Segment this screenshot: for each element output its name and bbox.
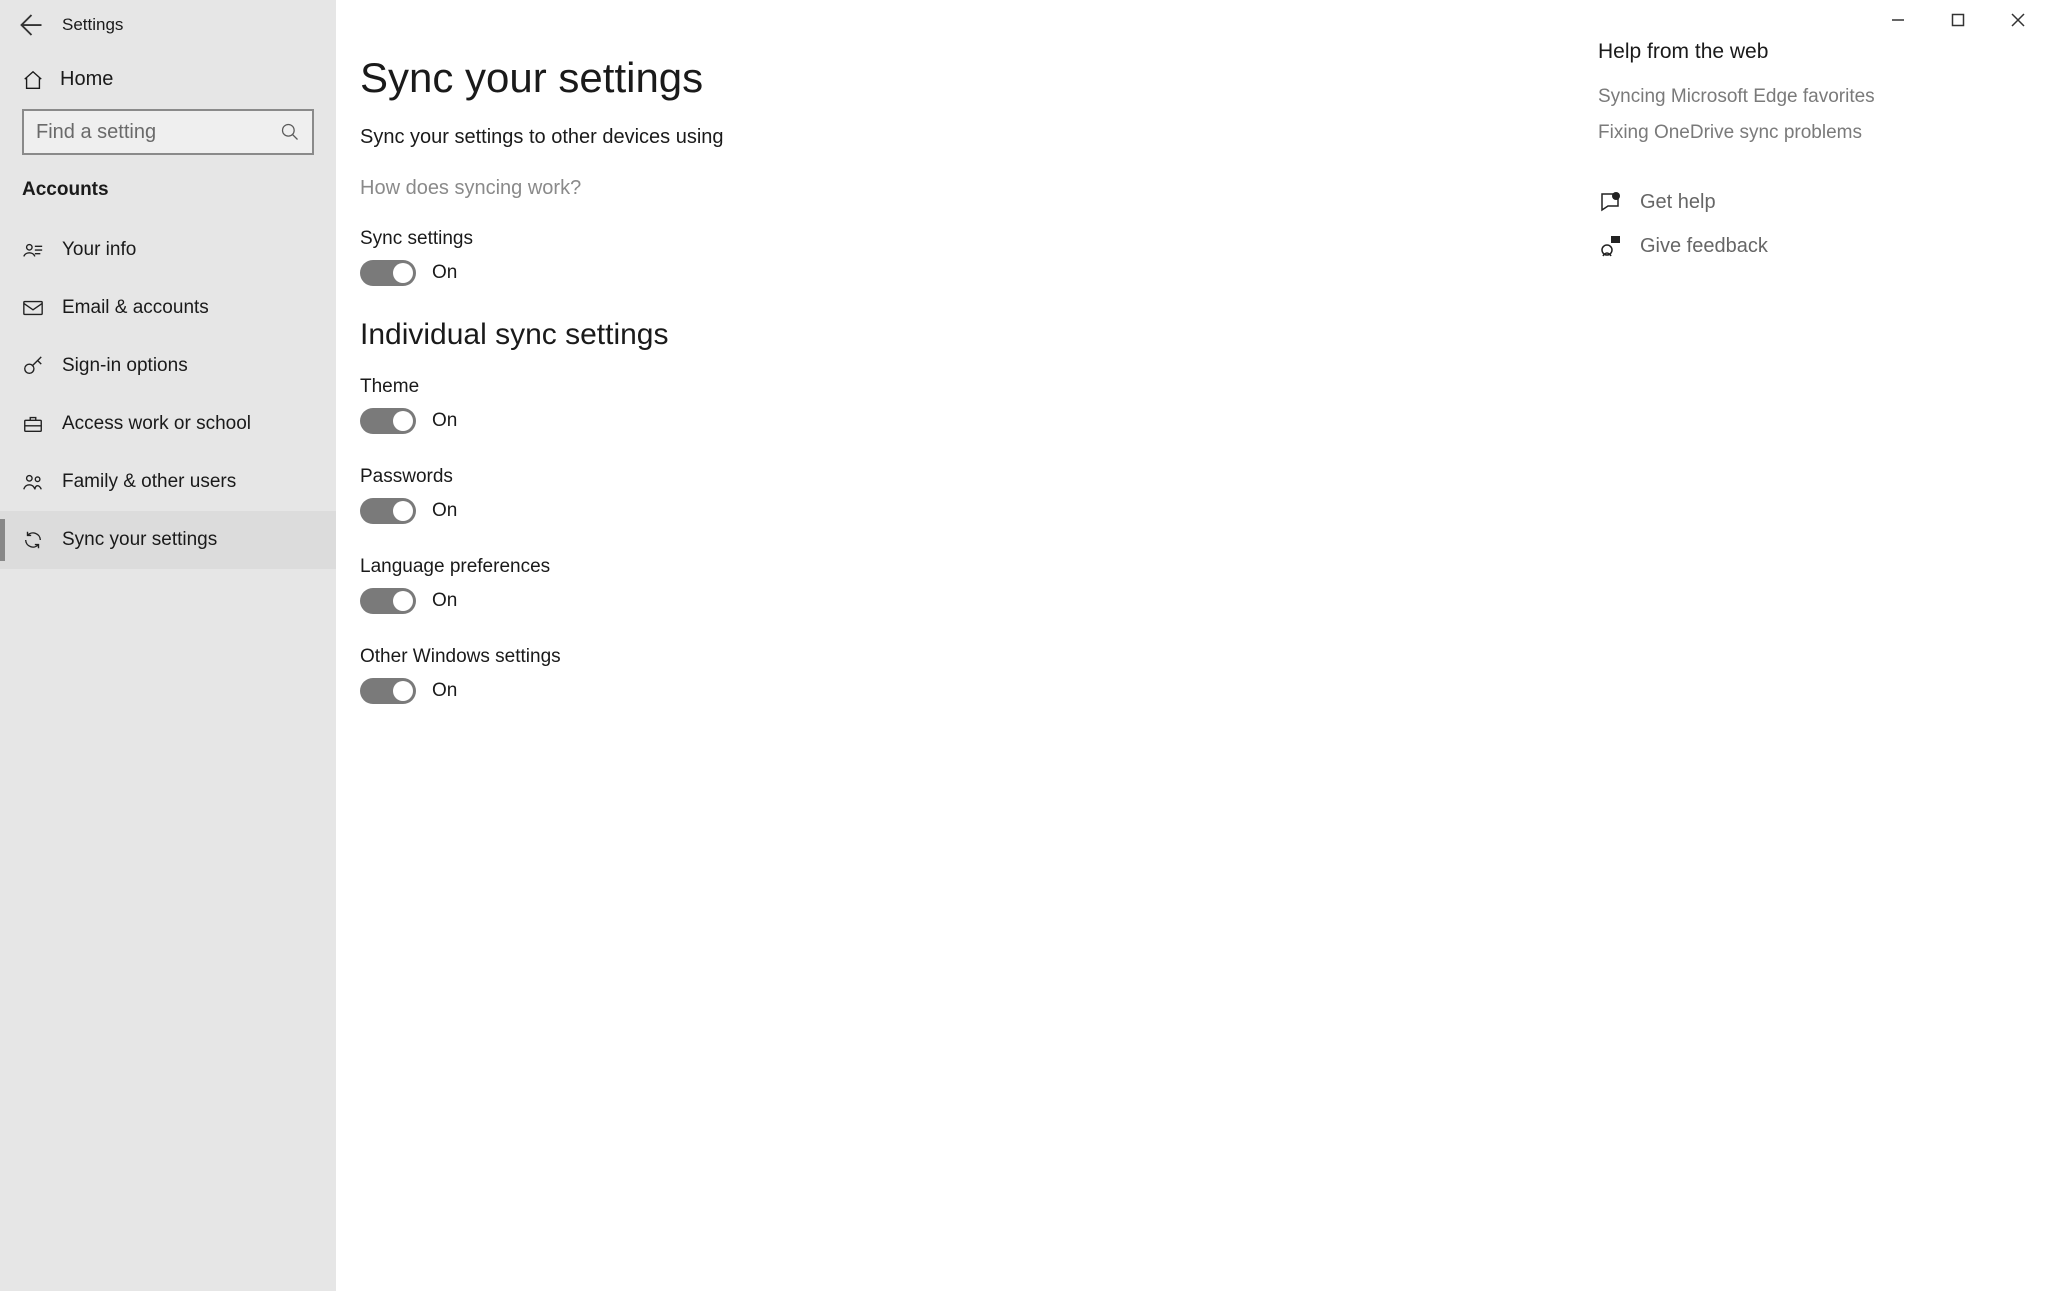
mail-icon: [22, 297, 44, 319]
close-icon: [2011, 13, 2025, 27]
language-preferences-toggle[interactable]: [360, 588, 416, 614]
briefcase-icon: [22, 413, 44, 435]
sidebar-item-family-other-users[interactable]: Family & other users: [0, 453, 336, 511]
how-syncing-works-link[interactable]: How does syncing work?: [360, 177, 581, 200]
sidebar-item-label: Family & other users: [62, 471, 236, 493]
close-button[interactable]: [1988, 0, 2048, 40]
key-icon: [22, 355, 44, 377]
sidebar: Settings Home Accounts Your info: [0, 0, 336, 1291]
sidebar-item-sync-your-settings[interactable]: Sync your settings: [0, 511, 336, 569]
feedback-icon: [1598, 234, 1622, 258]
app-title: Settings: [62, 15, 123, 35]
home-icon: [22, 69, 44, 91]
sync-intro-text: Sync your settings to other devices usin…: [360, 126, 1056, 149]
sidebar-home[interactable]: Home: [0, 50, 336, 109]
sync-icon: [22, 529, 44, 551]
sidebar-item-label: Your info: [62, 239, 136, 261]
theme-state: On: [432, 410, 457, 432]
maximize-icon: [1951, 13, 1965, 27]
sidebar-item-label: Sync your settings: [62, 529, 217, 551]
get-help-label: Get help: [1640, 191, 1716, 214]
give-feedback-label: Give feedback: [1640, 235, 1768, 258]
sync-settings-toggle[interactable]: [360, 260, 416, 286]
help-link-edge-favorites[interactable]: Syncing Microsoft Edge favorites: [1598, 86, 1988, 108]
individual-sync-title: Individual sync settings: [360, 318, 1056, 352]
sidebar-item-label: Sign-in options: [62, 355, 188, 377]
arrow-left-icon: [14, 10, 44, 40]
titlebar-left: Settings: [0, 0, 336, 50]
back-button[interactable]: [14, 10, 44, 40]
sync-settings-label: Sync settings: [360, 228, 1056, 250]
sidebar-item-your-info[interactable]: Your info: [0, 221, 336, 279]
search-input[interactable]: [36, 121, 268, 144]
person-card-icon: [22, 239, 44, 261]
help-panel: Help from the web Syncing Microsoft Edge…: [1598, 0, 2048, 1291]
language-preferences-label: Language preferences: [360, 556, 1056, 578]
chat-help-icon: [1598, 190, 1622, 214]
language-preferences-state: On: [432, 590, 457, 612]
other-windows-settings-label: Other Windows settings: [360, 646, 1056, 668]
give-feedback-link[interactable]: Give feedback: [1598, 234, 1988, 258]
minimize-button[interactable]: [1868, 0, 1928, 40]
main-area: Sync your settings Sync your settings to…: [336, 0, 2048, 1291]
get-help-link[interactable]: Get help: [1598, 190, 1988, 214]
theme-toggle[interactable]: [360, 408, 416, 434]
sync-settings-state: On: [432, 262, 457, 284]
people-icon: [22, 471, 44, 493]
sidebar-item-label: Access work or school: [62, 413, 251, 435]
other-windows-settings-state: On: [432, 680, 457, 702]
home-label: Home: [60, 68, 113, 91]
minimize-icon: [1891, 13, 1905, 27]
other-windows-settings-toggle[interactable]: [360, 678, 416, 704]
sidebar-nav: Your info Email & accounts Sign-in optio…: [0, 221, 336, 569]
window-controls: [1868, 0, 2048, 44]
sidebar-item-access-work-school[interactable]: Access work or school: [0, 395, 336, 453]
maximize-button[interactable]: [1928, 0, 1988, 40]
passwords-label: Passwords: [360, 466, 1056, 488]
passwords-state: On: [432, 500, 457, 522]
page-title: Sync your settings: [336, 40, 1598, 126]
search-input-container[interactable]: [22, 109, 314, 155]
passwords-toggle[interactable]: [360, 498, 416, 524]
search-icon: [280, 122, 300, 142]
sidebar-item-label: Email & accounts: [62, 297, 209, 319]
help-link-onedrive-sync[interactable]: Fixing OneDrive sync problems: [1598, 122, 1988, 144]
theme-label: Theme: [360, 376, 1056, 398]
sidebar-section-label: Accounts: [0, 173, 336, 221]
sidebar-item-email-accounts[interactable]: Email & accounts: [0, 279, 336, 337]
sidebar-item-sign-in-options[interactable]: Sign-in options: [0, 337, 336, 395]
